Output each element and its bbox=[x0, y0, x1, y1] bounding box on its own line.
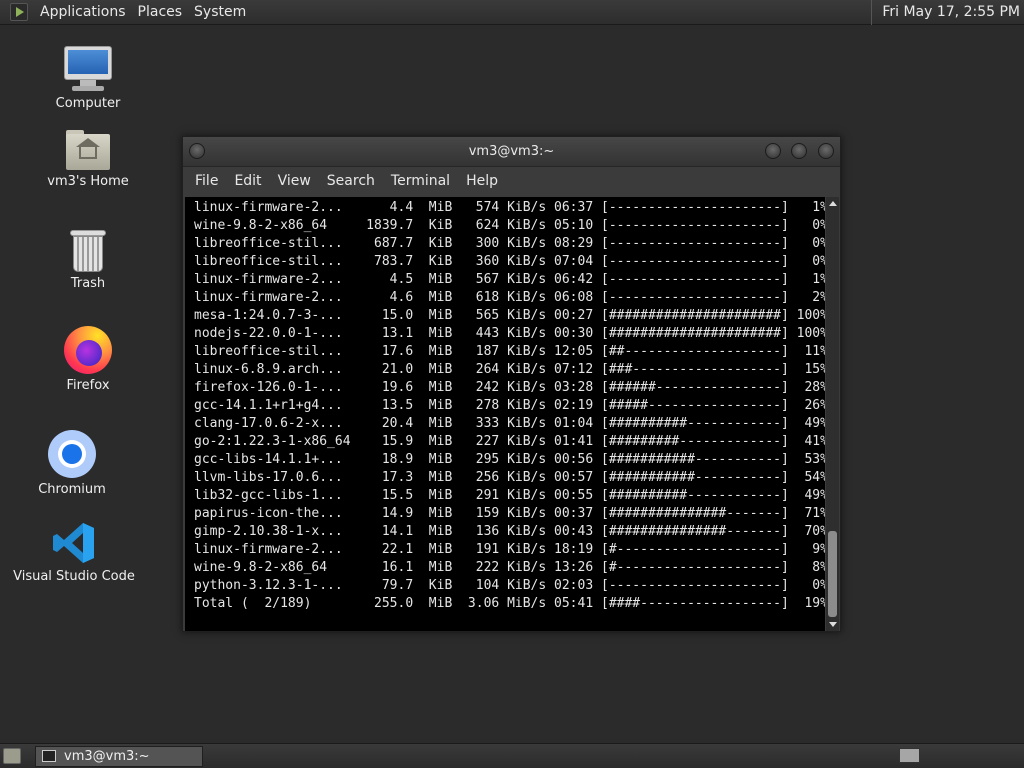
terminal-line: linux-firmware-2... 4.4 MiB 574 KiB/s 06… bbox=[194, 200, 825, 215]
terminal-line: gcc-libs-14.1.1+... 18.9 MiB 295 KiB/s 0… bbox=[194, 452, 825, 467]
menu-search[interactable]: Search bbox=[319, 167, 383, 196]
minimize-button[interactable] bbox=[765, 143, 781, 159]
desktop-icon-chromium[interactable]: Chromium bbox=[2, 430, 142, 497]
terminal-line: mesa-1:24.0.7-3-... 15.0 MiB 565 KiB/s 0… bbox=[194, 308, 825, 323]
menu-applications[interactable]: Applications bbox=[34, 0, 132, 25]
vscode-icon bbox=[52, 521, 96, 565]
scroll-down-arrow-icon[interactable] bbox=[829, 622, 837, 627]
terminal-window[interactable]: vm3@vm3:~ File Edit View Search Terminal… bbox=[182, 136, 841, 632]
close-button[interactable] bbox=[818, 143, 834, 159]
terminal-icon bbox=[42, 750, 56, 762]
terminal-line: go-2:1.22.3-1-x86_64 15.9 MiB 227 KiB/s … bbox=[194, 434, 825, 449]
desktop-icon-trash[interactable]: Trash bbox=[18, 230, 158, 291]
terminal-line: nodejs-22.0.0-1-... 13.1 MiB 443 KiB/s 0… bbox=[194, 326, 825, 341]
desktop-icon-label: Visual Studio Code bbox=[13, 569, 135, 584]
workspace-switcher[interactable] bbox=[899, 748, 920, 763]
terminal-line: wine-9.8-2-x86_64 16.1 MiB 222 KiB/s 13:… bbox=[194, 560, 825, 575]
terminal-line: linux-firmware-2... 4.5 MiB 567 KiB/s 06… bbox=[194, 272, 825, 287]
terminal-line: gcc-14.1.1+r1+g4... 13.5 MiB 278 KiB/s 0… bbox=[194, 398, 825, 413]
terminal-line: linux-6.8.9.arch... 21.0 MiB 264 KiB/s 0… bbox=[194, 362, 825, 377]
terminal-menubar: File Edit View Search Terminal Help bbox=[183, 167, 840, 196]
desktop-icon-label: Trash bbox=[70, 276, 106, 291]
desktop-icon-home[interactable]: vm3's Home bbox=[18, 130, 158, 189]
desktop-icon-label: vm3's Home bbox=[47, 174, 129, 189]
desktop-icon-computer[interactable]: Computer bbox=[18, 46, 158, 111]
taskbar-item-terminal[interactable]: vm3@vm3:~ bbox=[35, 746, 203, 767]
applications-menu-icon[interactable] bbox=[10, 3, 28, 21]
chromium-icon bbox=[48, 430, 96, 478]
terminal-line: lib32-gcc-libs-1... 15.5 MiB 291 KiB/s 0… bbox=[194, 488, 825, 503]
menu-view[interactable]: View bbox=[270, 167, 319, 196]
top-panel: Applications Places System Fri May 17, 2… bbox=[0, 0, 1024, 25]
window-titlebar[interactable]: vm3@vm3:~ bbox=[183, 137, 840, 167]
terminal-output[interactable]: linux-firmware-2... 4.4 MiB 574 KiB/s 06… bbox=[185, 197, 825, 631]
scroll-up-arrow-icon[interactable] bbox=[829, 201, 837, 206]
window-title: vm3@vm3:~ bbox=[468, 144, 555, 159]
terminal-line: llvm-libs-17.0.6... 17.3 MiB 256 KiB/s 0… bbox=[194, 470, 825, 485]
terminal-line: papirus-icon-the... 14.9 MiB 159 KiB/s 0… bbox=[194, 506, 825, 521]
maximize-button[interactable] bbox=[791, 143, 807, 159]
computer-icon bbox=[64, 46, 112, 92]
terminal-scrollbar[interactable] bbox=[826, 197, 839, 631]
taskbar-item-label: vm3@vm3:~ bbox=[64, 749, 150, 764]
scrollbar-thumb[interactable] bbox=[828, 531, 837, 617]
firefox-icon bbox=[64, 326, 112, 374]
clock[interactable]: Fri May 17, 2:55 PM bbox=[871, 0, 1024, 25]
menu-edit[interactable]: Edit bbox=[226, 167, 269, 196]
desktop-icon-label: Firefox bbox=[66, 378, 110, 393]
terminal-line: libreoffice-stil... 687.7 KiB 300 KiB/s … bbox=[194, 236, 825, 251]
menu-places[interactable]: Places bbox=[132, 0, 189, 25]
terminal-line: libreoffice-stil... 783.7 KiB 360 KiB/s … bbox=[194, 254, 825, 269]
desktop-icon-label: Chromium bbox=[38, 482, 106, 497]
desktop-icon-firefox[interactable]: Firefox bbox=[18, 326, 158, 393]
home-folder-icon bbox=[66, 130, 110, 170]
trash-icon bbox=[70, 230, 106, 272]
bottom-panel: vm3@vm3:~ bbox=[0, 743, 1024, 768]
menu-help[interactable]: Help bbox=[458, 167, 506, 196]
terminal-line: linux-firmware-2... 22.1 MiB 191 KiB/s 1… bbox=[194, 542, 825, 557]
desktop-icon-label: Computer bbox=[55, 96, 121, 111]
terminal-line: libreoffice-stil... 17.6 MiB 187 KiB/s 1… bbox=[194, 344, 825, 359]
terminal-line: wine-9.8-2-x86_64 1839.7 KiB 624 KiB/s 0… bbox=[194, 218, 825, 233]
menu-terminal[interactable]: Terminal bbox=[383, 167, 458, 196]
desktop-icon-vscode[interactable]: Visual Studio Code bbox=[4, 521, 144, 584]
terminal-line: clang-17.0.6-2-x... 20.4 MiB 333 KiB/s 0… bbox=[194, 416, 825, 431]
terminal-line: gimp-2.10.38-1-x... 14.1 MiB 136 KiB/s 0… bbox=[194, 524, 825, 539]
terminal-line: Total ( 2/189) 255.0 MiB 3.06 MiB/s 05:4… bbox=[194, 596, 825, 611]
menu-file[interactable]: File bbox=[187, 167, 226, 196]
terminal-line: linux-firmware-2... 4.6 MiB 618 KiB/s 06… bbox=[194, 290, 825, 305]
terminal-line: python-3.12.3-1-... 79.7 KiB 104 KiB/s 0… bbox=[194, 578, 825, 593]
show-desktop-icon[interactable] bbox=[3, 748, 21, 764]
menu-system[interactable]: System bbox=[188, 0, 252, 25]
terminal-line: firefox-126.0-1-... 19.6 MiB 242 KiB/s 0… bbox=[194, 380, 825, 395]
